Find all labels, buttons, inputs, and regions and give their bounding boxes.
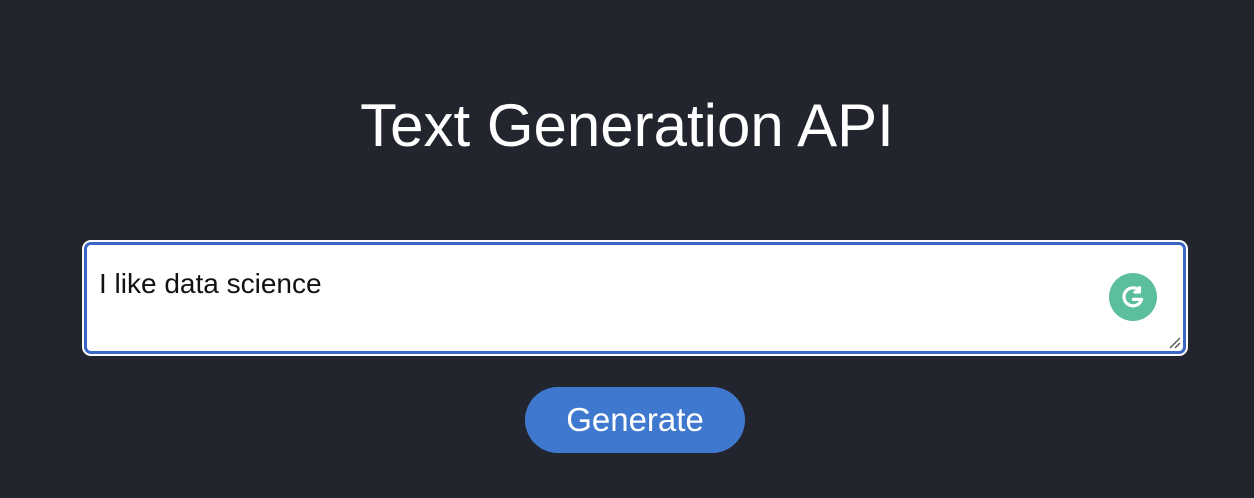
prompt-field-wrapper: I like data science	[82, 240, 1188, 356]
grammarly-icon[interactable]	[1109, 273, 1157, 321]
prompt-text[interactable]: I like data science	[99, 267, 322, 301]
page-title: Text Generation API	[360, 92, 894, 159]
prompt-textarea[interactable]: I like data science	[84, 242, 1186, 354]
generate-button[interactable]: Generate	[525, 387, 745, 453]
grammarly-glyph	[1122, 286, 1144, 308]
resize-handle-icon[interactable]	[1167, 335, 1181, 349]
